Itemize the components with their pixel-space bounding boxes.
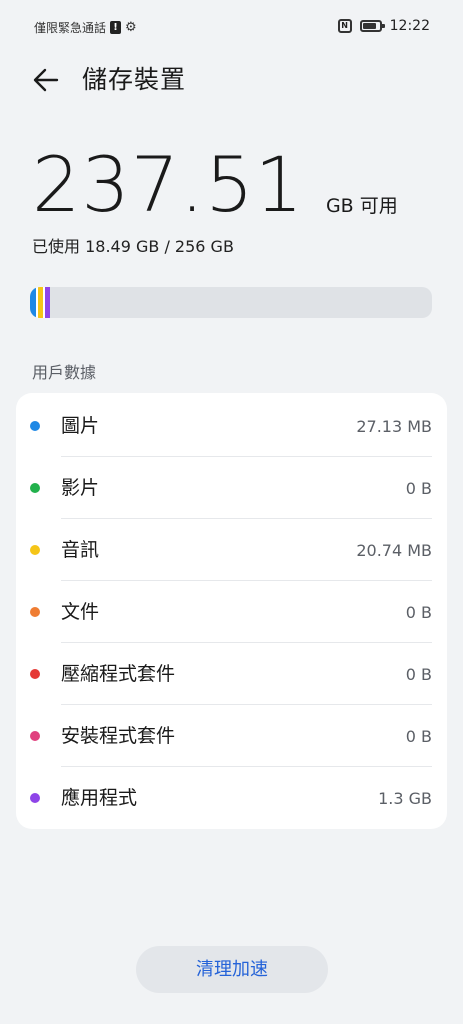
category-size: 0 B [405,727,432,746]
category-list: 圖片 27.13 MB 影片 0 B 音訊 20.74 MB 文件 0 B 壓縮… [16,393,447,829]
category-dot-icon [30,483,40,493]
category-size: 0 B [405,665,432,684]
category-row-archives[interactable]: 壓縮程式套件 0 B [16,643,447,705]
category-name: 應用程式 [61,787,138,809]
category-dot-icon [30,731,40,741]
category-row-images[interactable]: 圖片 27.13 MB [16,395,447,457]
available-value: 237.51 [32,140,304,229]
category-name: 安裝程式套件 [61,725,176,747]
category-dot-icon [30,607,40,617]
status-time: 12:22 [389,18,430,34]
section-label-user-data: 用戶數據 [32,363,97,382]
category-dot-icon [30,669,40,679]
category-size: 20.74 MB [356,541,432,560]
status-right: N 12:22 [337,18,430,34]
category-size: 27.13 MB [356,417,432,436]
alert-icon: ! [110,21,122,34]
category-name: 影片 [61,477,100,499]
page-title: 儲存裝置 [82,65,187,94]
usage-segment-apps [45,287,50,318]
category-size: 1.3 GB [378,789,432,808]
status-left: 僅限緊急通話 ! ⚙ [34,19,137,36]
back-button[interactable] [28,62,64,98]
gear-icon: ⚙ [125,20,137,35]
category-name: 壓縮程式套件 [61,663,176,685]
available-unit: GB 可用 [325,195,398,217]
category-size: 0 B [405,479,432,498]
back-arrow-icon [33,68,59,92]
category-row-installers[interactable]: 安裝程式套件 0 B [16,705,447,767]
nfc-icon: N [337,19,352,33]
emergency-calls-text: 僅限緊急通話 [34,21,107,35]
category-row-documents[interactable]: 文件 0 B [16,581,447,643]
category-name: 音訊 [61,539,100,561]
category-row-videos[interactable]: 影片 0 B [16,457,447,519]
category-size: 0 B [405,603,432,622]
header: 儲存裝置 [0,52,463,108]
status-bar: 僅限緊急通話 ! ⚙ N 12:22 [0,0,463,52]
category-dot-icon [30,545,40,555]
category-row-audio[interactable]: 音訊 20.74 MB [16,519,447,581]
clean-up-button[interactable]: 清理加速 [136,946,328,993]
category-dot-icon [30,421,40,431]
category-row-apps[interactable]: 應用程式 1.3 GB [16,767,447,829]
category-dot-icon [30,793,40,803]
category-name: 文件 [61,601,100,623]
battery-icon [359,20,385,32]
storage-usage-bar [30,287,432,318]
category-name: 圖片 [61,415,100,437]
used-storage-text: 已使用 18.49 GB / 256 GB [32,237,234,256]
available-storage: 237.51 GB 可用 [32,144,398,226]
